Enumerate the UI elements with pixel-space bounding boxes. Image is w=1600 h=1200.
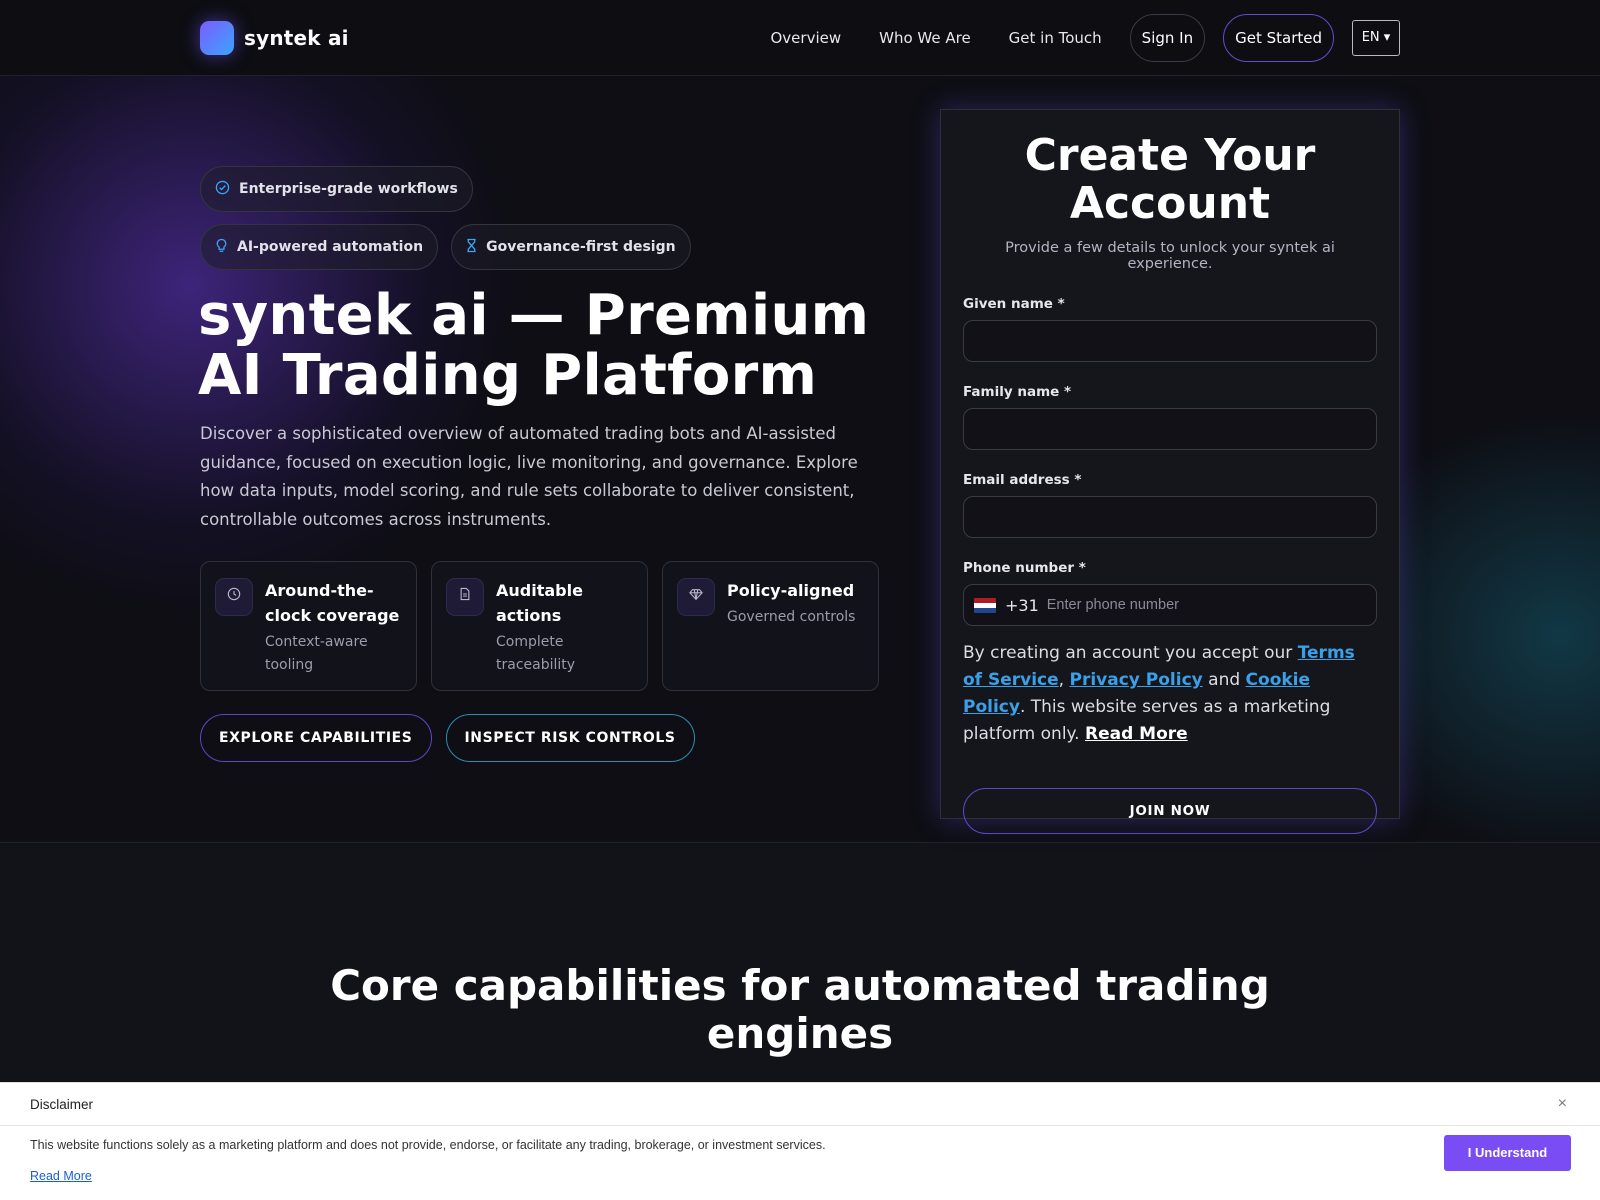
terms-text: By creating an account you accept our Te… (963, 640, 1377, 748)
disclaimer-header: Disclaimer × (0, 1083, 1600, 1126)
hero-section: Enterprise-grade workflows AI-powered au… (0, 76, 1600, 843)
feature-subtitle: Governed controls (727, 609, 856, 625)
feature-card: Auditable actions Complete traceability (431, 561, 648, 691)
family-name-label: Family name * (963, 384, 1072, 400)
disclaimer-banner: Disclaimer × This website functions sole… (0, 1082, 1600, 1200)
terms-comma: , (1058, 670, 1070, 690)
phone-input[interactable] (1046, 586, 1376, 624)
chip-enterprise-workflows: Enterprise-grade workflows (200, 166, 473, 212)
family-name-field[interactable] (963, 408, 1377, 450)
terms-prefix: By creating an account you accept our (963, 643, 1298, 663)
feature-card: Around-the-clock coverage Context-aware … (200, 561, 417, 691)
language-selector[interactable]: EN ▾ (1352, 20, 1400, 56)
netherlands-flag-icon[interactable] (974, 597, 996, 613)
feature-subtitle: Complete traceability (496, 634, 576, 673)
nav-who-we-are[interactable]: Who We Are (879, 14, 971, 62)
terms-and: and (1202, 670, 1246, 690)
given-name-field[interactable] (963, 320, 1377, 362)
chip-label: AI-powered automation (237, 239, 424, 255)
hourglass-icon (466, 238, 477, 257)
get-started-button[interactable]: Get Started (1223, 14, 1334, 62)
site-header: syntek ai Overview Who We Are Get in Tou… (0, 0, 1600, 76)
signup-title: Create Your Account (1024, 130, 1316, 229)
chip-governance-first: Governance-first design (451, 224, 691, 270)
close-icon[interactable]: × (1558, 1095, 1567, 1113)
join-now-button[interactable]: JOIN NOW (963, 788, 1377, 834)
inspect-risk-controls-button[interactable]: INSPECT RISK CONTROLS (445, 714, 695, 762)
feature-title: Auditable actions (496, 581, 583, 625)
logo-mark-icon (200, 21, 234, 55)
explore-capabilities-button[interactable]: EXPLORE CAPABILITIES (200, 714, 432, 762)
hero-chips: Enterprise-grade workflows AI-powered au… (200, 166, 720, 282)
feature-subtitle: Context-aware tooling (265, 634, 368, 673)
disclaimer-read-more-link[interactable]: Read More (30, 1169, 92, 1183)
hero-title: syntek ai — Premium AI Trading Platform (198, 283, 870, 408)
brand-name: syntek ai (244, 26, 349, 50)
given-name-label: Given name * (963, 296, 1065, 312)
email-label: Email address * (963, 472, 1082, 488)
nav-overview[interactable]: Overview (770, 14, 841, 62)
main-nav: Overview Who We Are Get in Touch Sign In… (770, 14, 1400, 62)
hero-cta-row: EXPLORE CAPABILITIES INSPECT RISK CONTRO… (200, 714, 695, 762)
chip-ai-automation: AI-powered automation (200, 224, 439, 270)
signup-card: Create Your Account Provide a few detail… (940, 109, 1400, 834)
check-circle-icon (215, 180, 230, 199)
read-more-link[interactable]: Read More (1085, 724, 1188, 744)
disclaimer-text: This website functions solely as a marke… (30, 1138, 826, 1152)
feature-card: Policy-aligned Governed controls (662, 561, 879, 691)
chip-label: Enterprise-grade workflows (239, 181, 458, 197)
clock-icon (215, 578, 253, 616)
document-icon (446, 578, 484, 616)
signup-subtitle: Provide a few details to unlock your syn… (1005, 240, 1335, 272)
sign-in-button[interactable]: Sign In (1129, 14, 1206, 62)
lightbulb-icon (215, 238, 228, 257)
diamond-icon (677, 578, 715, 616)
brand-logo[interactable]: syntek ai (200, 21, 349, 55)
privacy-policy-link[interactable]: Privacy Policy (1069, 670, 1202, 690)
phone-label: Phone number * (963, 560, 1086, 576)
feature-title: Policy-aligned (727, 581, 855, 600)
phone-field: +31 (963, 584, 1377, 626)
dial-code: +31 (1005, 595, 1039, 615)
hero-description: Discover a sophisticated overview of aut… (200, 424, 858, 529)
capabilities-title: Core capabilities for automated trading … (330, 961, 1270, 1058)
email-field[interactable] (963, 496, 1377, 538)
nav-get-in-touch[interactable]: Get in Touch (1009, 14, 1102, 62)
feature-title: Around-the-clock coverage (265, 581, 400, 625)
disclaimer-title: Disclaimer (30, 1096, 94, 1112)
feature-cards: Around-the-clock coverage Context-aware … (200, 561, 879, 691)
chip-label: Governance-first design (486, 239, 676, 255)
i-understand-button[interactable]: I Understand (1444, 1135, 1571, 1171)
